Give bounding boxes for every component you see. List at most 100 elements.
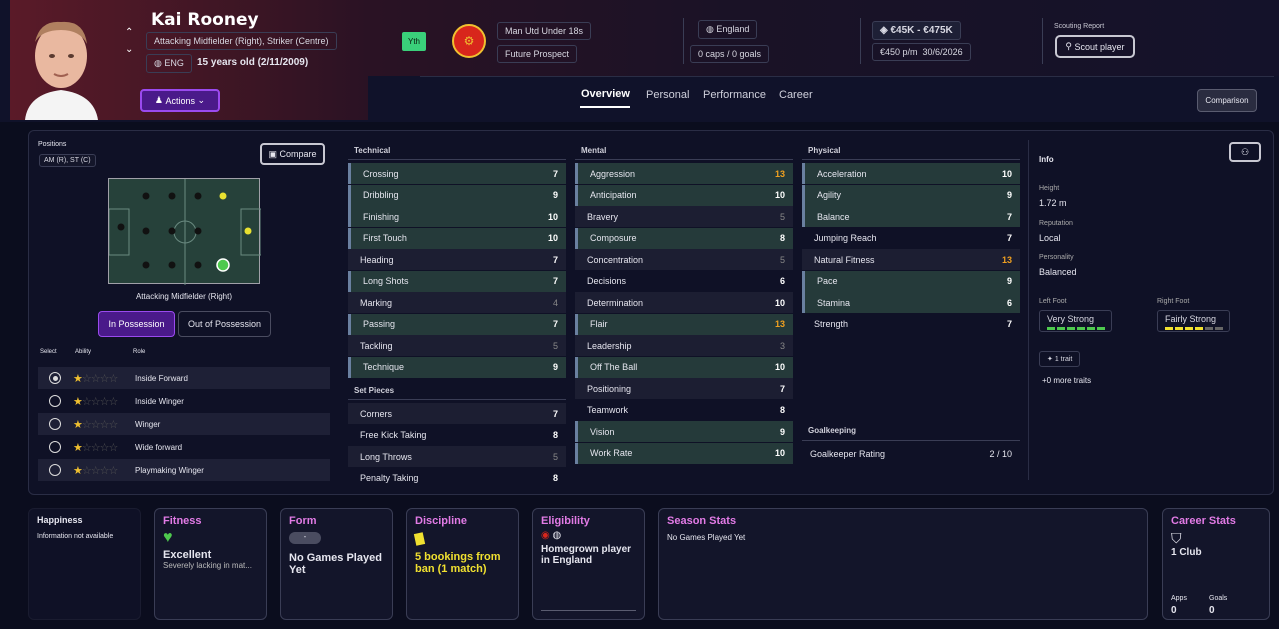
role-row[interactable]: ★☆☆☆☆ Wide forward [38,436,330,458]
attr-value: 10 [547,211,558,222]
attr-value: 9 [779,426,785,437]
wage: €450 p/m [880,47,918,57]
tab-overview[interactable]: Overview [581,88,630,100]
attr-row[interactable]: Marking 4 [348,292,566,313]
role-radio[interactable] [49,464,61,476]
nation-pill: ◍ ENG [146,54,192,73]
attr-row[interactable]: Determination 10 [575,292,793,313]
career-stats-card[interactable]: Career Stats ⛉ 1 Club Apps 0 Goals 0 [1162,508,1270,620]
attr-row[interactable]: Heading 7 [348,249,566,270]
height-label: Height [1039,185,1060,192]
attr-row[interactable]: Aggression 13 [575,163,793,184]
attr-value: 8 [779,233,785,243]
fitness-card[interactable]: Fitness ♥ Excellent Severely lacking in mat… [154,508,267,620]
attr-row[interactable]: Tackling 5 [348,335,566,356]
attr-row[interactable]: Balance 7 [802,206,1020,227]
next-player-arrow[interactable]: ⌄ [125,44,133,55]
attr-row[interactable]: Acceleration 10 [802,163,1020,184]
attr-row[interactable]: Corners 7 [348,403,566,424]
role-row[interactable]: ★☆☆☆☆ Inside Winger [38,390,330,412]
attr-row[interactable]: Long Shots 7 [348,270,566,292]
attr-row[interactable]: Long Throws 5 [348,446,566,467]
goalkeeping-title: Goalkeeping [808,426,857,435]
happiness-card[interactable]: Happiness Information not available [28,508,141,620]
eligibility-card[interactable]: Eligibility ◉ ◍ Homegrown player in Englan… [532,508,645,620]
attr-row[interactable]: Anticipation 10 [575,184,793,206]
caps-pill: 0 caps / 0 goals [690,45,770,63]
scout-player-button[interactable]: ⚲ Scout player [1055,35,1135,58]
season-stats-card[interactable]: Season Stats No Games Played Yet [658,508,1148,620]
attr-row[interactable]: Stamina 6 [802,292,1020,313]
value-range: €45K - €475K [890,25,953,36]
role-radio[interactable] [49,441,61,453]
role-row[interactable]: ★☆☆☆☆ Inside Forward [38,367,330,389]
country-name: England [716,24,750,34]
form-card[interactable]: Form - No Games Played Yet [280,508,393,620]
trait-pill[interactable]: ✦ 1 trait [1039,351,1081,367]
attr-row[interactable]: Dribbling 9 [348,184,566,206]
attr-name: Concentration [587,254,644,265]
attr-name: Strength [814,319,849,329]
attr-row[interactable]: Pace 9 [802,270,1020,292]
attr-name: Pace [817,276,838,286]
player-status: Future Prospect [497,45,578,63]
attr-name: Work Rate [590,448,633,458]
tab-performance[interactable]: Performance [703,89,766,101]
more-traits[interactable]: +0 more traits [1042,376,1091,385]
attr-row[interactable]: Passing 7 [348,313,566,335]
comparison-button[interactable]: Comparison [1197,89,1257,112]
left-foot-bar [1047,327,1105,330]
attr-row[interactable]: First Touch 10 [348,227,566,249]
tab-career[interactable]: Career [779,89,813,101]
attr-row[interactable]: Strength 7 [802,314,1020,335]
attr-row[interactable]: Positioning 7 [575,378,793,399]
club-name[interactable]: Man Utd Under 18s [497,22,592,40]
attr-name: Bravery [587,211,619,222]
attr-row[interactable]: Agility 9 [802,184,1020,206]
role-row[interactable]: ★☆☆☆☆ Winger [38,413,330,435]
attr-row[interactable]: Free Kick Taking 8 [348,425,566,446]
attr-row[interactable]: Off The Ball 10 [575,356,793,378]
compare-button[interactable]: ▣ Compare [260,143,325,165]
attr-row[interactable]: Jumping Reach 7 [802,228,1020,249]
attr-row[interactable]: Composure 8 [575,227,793,249]
user-icon: ♟ [154,95,163,105]
attr-row[interactable]: Flair 13 [575,313,793,335]
role-name: Playmaking Winger [135,465,204,475]
country-pill[interactable]: ◍ England [698,20,758,39]
tab-personal[interactable]: Personal [646,89,689,101]
attr-row[interactable]: Leadership 3 [575,335,793,356]
club-crest-icon: ◉ [541,530,550,541]
discipline-card[interactable]: Discipline 5 bookings from ban (1 match) [406,508,519,620]
attr-row[interactable]: Vision 9 [575,421,793,442]
height-value: 1.72 m [1039,198,1067,208]
attr-row[interactable]: Decisions 6 [575,271,793,292]
attr-name: Vision [590,426,615,437]
role-radio[interactable] [49,372,61,384]
prev-player-arrow[interactable]: ⌃ [125,27,133,38]
attr-row[interactable]: Work Rate 10 [575,442,793,464]
attr-name: Aggression [590,168,636,179]
attr-name: Composure [590,233,637,243]
attr-row[interactable]: Finishing 10 [348,206,566,227]
attr-row[interactable]: Natural Fitness 13 [802,249,1020,270]
out-of-possession-tab[interactable]: Out of Possession [178,311,271,337]
discipline-value: 5 bookings from ban (1 match) [415,551,501,575]
role-radio[interactable] [49,395,61,407]
attr-row[interactable]: Crossing 7 [348,163,566,184]
actions-button[interactable]: ♟ Actions ⌄ [140,89,220,112]
divider [348,159,566,160]
attr-row[interactable]: Concentration 5 [575,249,793,270]
attr-row[interactable]: Technique 9 [348,356,566,378]
role-radio[interactable] [49,418,61,430]
role-name: Inside Winger [135,396,184,406]
attr-name: Long Throws [360,451,412,462]
in-possession-tab[interactable]: In Possession [98,311,175,337]
attr-value: 9 [552,362,558,372]
role-row[interactable]: ★☆☆☆☆ Playmaking Winger [38,459,330,481]
attr-row[interactable]: Teamwork 8 [575,400,793,421]
info-toggle-button[interactable]: ⚇ [1229,142,1261,162]
attr-row[interactable]: Bravery 5 [575,206,793,227]
attr-name: Goalkeeper Rating [810,448,886,459]
attr-row[interactable]: Penalty Taking 8 [348,468,566,489]
